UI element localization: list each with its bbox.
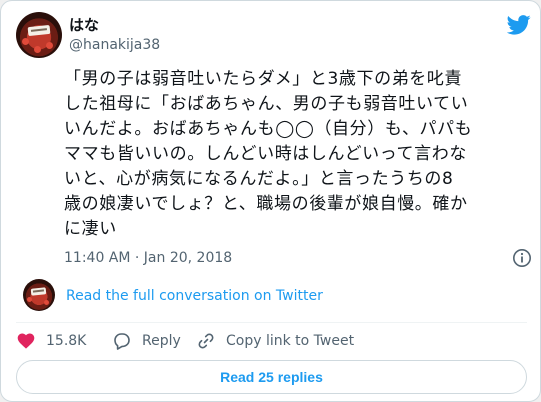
tweet-header: はな @hanakija38 xyxy=(16,12,531,60)
like-count: 15.8K xyxy=(46,333,87,349)
divider xyxy=(16,322,527,323)
author-name[interactable]: はな xyxy=(69,15,99,35)
info-icon[interactable] xyxy=(512,248,532,268)
avatar-berry xyxy=(27,297,32,302)
read-replies-button[interactable]: Read 25 replies xyxy=(16,360,527,394)
tweet-text: 「男の子は弱音吐いたらダメ」と3歳下の弟を叱責 した祖母に「おばあちゃん、男の子… xyxy=(64,69,473,239)
like-button[interactable]: 15.8K xyxy=(16,330,86,352)
copy-link-button[interactable]: Copy link to Tweet xyxy=(196,330,354,352)
heart-icon xyxy=(17,333,35,349)
link-icon xyxy=(198,333,214,349)
tweet-actions: 15.8K Reply Copy link to Tweet xyxy=(16,330,527,352)
author-handle[interactable]: @hanakija38 xyxy=(69,36,160,54)
tweet-card: はな @hanakija38 「男の子は弱音吐いたらダメ」と3歳下の弟を叱責 し… xyxy=(0,0,541,402)
avatar-plate xyxy=(30,287,47,296)
reply-label: Reply xyxy=(142,333,181,349)
tweet-timestamp[interactable]: 11:40 AM · Jan 20, 2018 xyxy=(64,249,232,267)
avatar-berry xyxy=(34,46,41,53)
twitter-bird-icon[interactable] xyxy=(507,15,531,35)
conversation-row: Read the full conversation on Twitter xyxy=(23,279,523,313)
avatar-berry xyxy=(22,38,29,45)
author-avatar[interactable] xyxy=(16,12,62,58)
avatar-berry xyxy=(44,300,49,305)
tweet-meta: 11:40 AM · Jan 20, 2018 xyxy=(64,248,532,270)
avatar-plate xyxy=(27,24,51,37)
avatar-berry xyxy=(46,42,53,49)
reply-button[interactable]: Reply xyxy=(112,330,181,352)
read-conversation-link[interactable]: Read the full conversation on Twitter xyxy=(66,287,323,305)
copy-link-label: Copy link to Tweet xyxy=(226,333,355,349)
conversation-avatar[interactable] xyxy=(23,279,55,311)
speech-bubble-icon xyxy=(114,333,130,350)
